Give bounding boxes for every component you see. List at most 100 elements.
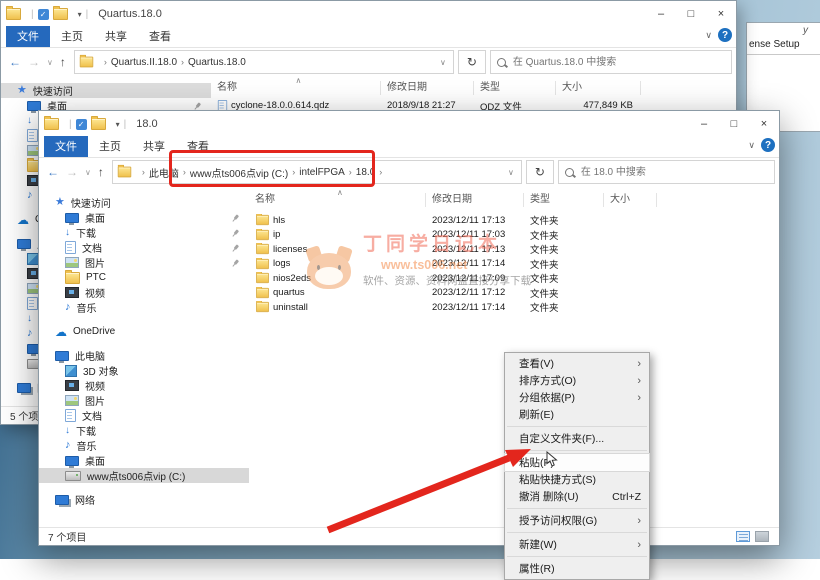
help-icon[interactable]: ? xyxy=(761,138,775,152)
forward-icon[interactable]: → xyxy=(66,165,78,179)
back-icon[interactable]: ← xyxy=(47,165,59,179)
menu-item-properties[interactable]: 属性(R) xyxy=(505,560,649,577)
sidebar-item-3d-objects[interactable]: 3D 对象 xyxy=(39,363,249,378)
up-icon[interactable]: ↑ xyxy=(98,165,104,179)
file-row[interactable]: ip 2023/12/11 17:03 文件夹 xyxy=(249,228,779,243)
sidebar-item-ptc[interactable]: PTC xyxy=(39,270,249,285)
sidebar-item-music[interactable]: ♪音乐 xyxy=(39,438,249,453)
ribbon-collapse-icon[interactable]: ∨ xyxy=(748,140,755,151)
minimize-button[interactable]: – xyxy=(689,111,719,137)
refresh-icon[interactable]: ↻ xyxy=(458,50,486,74)
new-folder-icon[interactable] xyxy=(53,8,68,20)
document-icon xyxy=(65,409,76,422)
tab-home[interactable]: 主页 xyxy=(50,26,94,47)
up-icon[interactable]: ↑ xyxy=(60,55,66,69)
recent-locations-icon[interactable]: ∨ xyxy=(47,58,53,67)
sidebar-item-videos[interactable]: 视频 xyxy=(39,378,249,393)
tab-file[interactable]: 文件 xyxy=(44,136,88,157)
search-input[interactable] xyxy=(511,56,725,69)
menu-item-refresh[interactable]: 刷新(E) xyxy=(505,406,649,423)
sidebar-item-this-pc[interactable]: 此电脑 xyxy=(39,348,249,363)
sidebar-item-downloads[interactable]: ↓下载 xyxy=(39,423,249,438)
file-row[interactable]: nios2eds 2023/12/11 17:09 文件夹 xyxy=(249,271,779,286)
breadcrumb-item[interactable]: Quartus.II.18.0 xyxy=(111,57,177,68)
menu-item-new[interactable]: 新建(W)› xyxy=(505,536,649,553)
maximize-button[interactable]: □ xyxy=(676,1,706,27)
column-header-size[interactable]: 大小 xyxy=(604,193,657,207)
file-row[interactable]: logs 2023/12/11 17:14 文件夹 xyxy=(249,257,779,272)
file-row[interactable]: uninstall 2023/12/11 17:14 文件夹 xyxy=(249,300,779,315)
sidebar-item-desktop[interactable]: 桌面 xyxy=(39,453,249,468)
menu-item-view[interactable]: 查看(V)› xyxy=(505,355,649,372)
desktop-icon xyxy=(65,456,79,466)
refresh-icon[interactable]: ↻ xyxy=(526,160,554,184)
maximize-button[interactable]: □ xyxy=(719,111,749,137)
sidebar-item-onedrive[interactable]: ☁OneDrive xyxy=(39,324,249,339)
sidebar-item-quick-access[interactable]: ★快速访问 xyxy=(1,83,211,98)
breadcrumb-item[interactable]: Quartus.18.0 xyxy=(188,57,246,68)
search-input[interactable] xyxy=(579,166,768,179)
folder-icon xyxy=(256,244,269,254)
column-header-size[interactable]: 大小 xyxy=(556,81,641,95)
recent-locations-icon[interactable]: ∨ xyxy=(85,168,91,177)
menu-separator xyxy=(507,450,647,451)
sidebar-item-pictures[interactable]: 图片 xyxy=(39,255,249,270)
close-button[interactable]: × xyxy=(706,1,736,27)
menu-item-sort-by[interactable]: 排序方式(O)› xyxy=(505,372,649,389)
qat-dropdown-icon[interactable]: ▾ xyxy=(78,10,82,19)
menu-item-paste-shortcut[interactable]: 粘贴快捷方式(S) xyxy=(505,471,649,488)
sidebar-item-music[interactable]: ♪音乐 xyxy=(39,300,249,315)
menu-item-give-access[interactable]: 授予访问权限(G)› xyxy=(505,512,649,529)
file-row[interactable]: hls 2023/12/11 17:13 文件夹 xyxy=(249,213,779,228)
column-header-name[interactable]: 名称∧ xyxy=(249,193,426,207)
sidebar-item-documents[interactable]: 文档 xyxy=(39,408,249,423)
ribbon-tabs: 文件 主页 共享 查看 ∨ ? xyxy=(39,137,779,158)
separator: | xyxy=(124,119,127,130)
sidebar-item-videos[interactable]: 视频 xyxy=(39,285,249,300)
tab-file[interactable]: 文件 xyxy=(6,26,50,47)
column-header-date[interactable]: 修改日期 xyxy=(426,193,524,207)
sidebar-item-network[interactable]: 网络 xyxy=(39,492,249,507)
sidebar-item-documents[interactable]: 文档 xyxy=(39,240,249,255)
qat-dropdown-icon[interactable]: ▾ xyxy=(116,120,120,129)
menu-item-customize-folder[interactable]: 自定义文件夹(F)... xyxy=(505,430,649,447)
quick-access-toolbar: | ✓ ▾ | 18.0 xyxy=(39,118,158,130)
column-header-type[interactable]: 类型 xyxy=(474,81,556,95)
close-button[interactable]: × xyxy=(749,111,779,137)
address-dropdown-icon[interactable]: ∨ xyxy=(505,168,517,177)
submenu-arrow-icon: › xyxy=(637,539,641,551)
pin-icon xyxy=(229,227,240,238)
file-row[interactable]: licenses 2023/12/11 17:13 文件夹 xyxy=(249,242,779,257)
properties-icon[interactable]: ✓ xyxy=(76,119,87,130)
column-header-type[interactable]: 类型 xyxy=(524,193,604,207)
download-icon: ↓ xyxy=(27,314,32,324)
tab-view[interactable]: 查看 xyxy=(138,26,182,47)
sidebar-item-downloads[interactable]: ↓下载 xyxy=(39,225,249,240)
folder-icon xyxy=(256,230,269,240)
address-dropdown-icon[interactable]: ∨ xyxy=(437,58,449,67)
ribbon-collapse-icon[interactable]: ∨ xyxy=(705,30,712,41)
new-folder-icon[interactable] xyxy=(91,118,106,130)
sidebar-item-quick-access[interactable]: ★快速访问 xyxy=(39,195,249,210)
help-icon[interactable]: ? xyxy=(718,28,732,42)
tab-home[interactable]: 主页 xyxy=(88,136,132,157)
properties-icon[interactable]: ✓ xyxy=(38,9,49,20)
file-row[interactable]: quartus 2023/12/11 17:12 文件夹 xyxy=(249,286,779,301)
column-header-date[interactable]: 修改日期 xyxy=(381,81,474,95)
menu-item-group-by[interactable]: 分组依据(P)› xyxy=(505,389,649,406)
column-header-name[interactable]: 名称∧ xyxy=(211,81,381,95)
annotation-highlight-box xyxy=(169,150,375,187)
forward-icon[interactable]: → xyxy=(28,55,40,69)
sidebar-item-desktop[interactable]: 桌面 xyxy=(39,210,249,225)
address-bar[interactable]: › Quartus.II.18.0 › Quartus.18.0 ∨ xyxy=(74,50,454,74)
back-icon[interactable]: ← xyxy=(9,55,21,69)
minimize-button[interactable]: – xyxy=(646,1,676,27)
menu-item-paste[interactable]: 粘贴(P) xyxy=(505,454,649,471)
details-view-button[interactable] xyxy=(736,531,750,542)
menu-item-undo-delete[interactable]: 撤消 删除(U)Ctrl+Z xyxy=(505,488,649,505)
sidebar-item-pictures[interactable]: 图片 xyxy=(39,393,249,408)
sidebar-item-c-drive[interactable]: www点ts006点vip (C:) xyxy=(39,468,249,483)
large-icons-view-button[interactable] xyxy=(755,531,769,542)
tab-share[interactable]: 共享 xyxy=(94,26,138,47)
cloud-icon: ☁ xyxy=(17,214,29,226)
